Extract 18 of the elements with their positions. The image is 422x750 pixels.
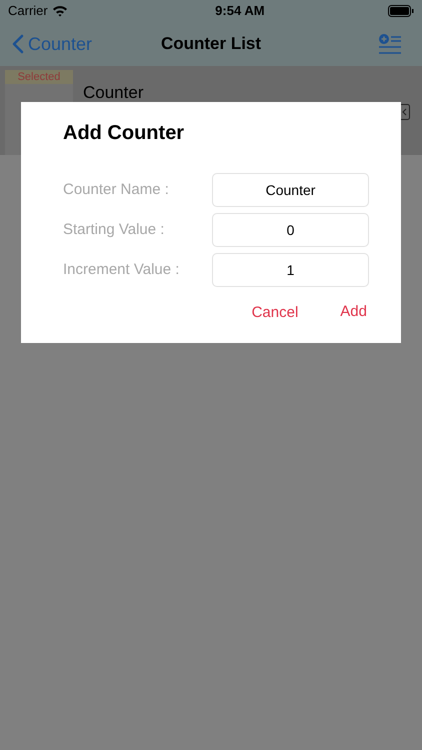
wifi-icon [52,5,68,17]
field-label: Starting Value : [63,220,164,240]
add-list-icon [378,33,402,55]
nav-title: Counter List [160,33,262,56]
field-label: Increment Value : [63,260,180,280]
chevron-left-icon [12,34,24,54]
add-button[interactable]: Add [340,300,367,324]
field-label: Counter Name : [63,180,169,200]
input-field[interactable]: Counter [212,173,369,207]
selected-badge: Selected [5,70,73,84]
cancel-button[interactable]: Cancel [252,302,298,324]
input-field[interactable]: 1 [212,253,369,287]
counter-name: Counter [83,82,144,104]
carrier-label: Carrier [8,2,48,20]
battery-icon [388,5,414,17]
dialog-title: Add Counter [63,121,184,146]
clock: 9:54 AM [215,2,265,20]
input-field[interactable]: 0 [212,213,369,247]
